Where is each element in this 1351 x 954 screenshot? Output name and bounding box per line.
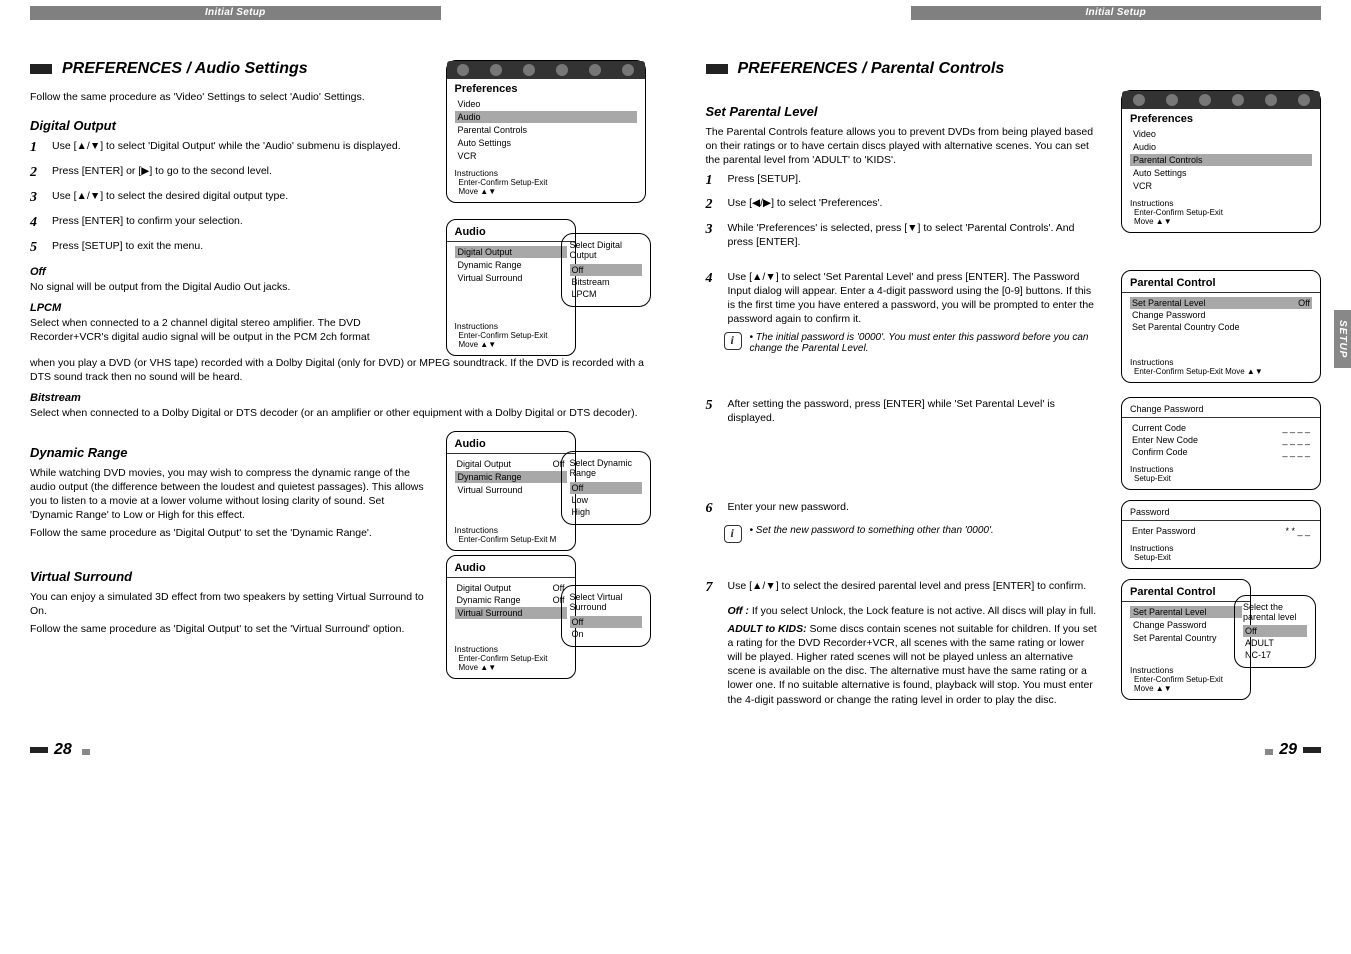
bitstream-text: Select when connected to a Dolby Digital… (30, 406, 646, 420)
page-right: SETUP PREFERENCES / Parental Controls Se… (706, 60, 1322, 711)
bubble-virtual-surround: Select Virtual Surround Off On (561, 585, 651, 647)
virtual-surround-p1: You can enjoy a simulated 3D effect from… (30, 590, 426, 618)
menu-audio-surround: Audio Digital OutputOff Dynamic RangeOff… (446, 555, 576, 679)
lpcm-heading: LPCM (30, 302, 426, 314)
menu-iconbar (447, 61, 645, 79)
lpcm-text2: when you play a DVD (or VHS tape) record… (30, 356, 646, 384)
page-num-left: 28 (54, 741, 72, 759)
off-heading: Off (30, 266, 426, 278)
side-tab: SETUP (1334, 310, 1351, 368)
menu-change-password: Change Password Current Code_ _ _ _ Ente… (1121, 397, 1321, 490)
parental-steps-123: 1Press [SETUP]. 2Use [◀/▶] to select 'Pr… (706, 172, 1102, 250)
virtual-surround-heading: Virtual Surround (30, 569, 426, 584)
menu-audio-digital: Audio Digital Output Dynamic Range Virtu… (446, 219, 576, 356)
menu-password: Password Enter Password* * _ _ Instructi… (1121, 500, 1321, 569)
digital-output-steps: 1Use [▲/▼] to select 'Digital Output' wh… (30, 139, 426, 257)
page-footer: 28 29 (30, 741, 1321, 759)
bubble-dynamic-range: Select Dynamic Range Off Low High (561, 451, 651, 525)
off-text: No signal will be output from the Digita… (30, 280, 426, 294)
digital-output-heading: Digital Output (30, 118, 426, 133)
dynamic-range-p1: While watching DVD movies, you may wish … (30, 466, 426, 523)
step7-text: Use [▲/▼] to select the desired parental… (728, 579, 1087, 598)
menu-audio-dynamic: Audio Digital OutputOff Dynamic Range Vi… (446, 431, 576, 551)
tip-initial-password: • The initial password is '0000'. You mu… (724, 332, 1102, 354)
header-right: Initial Setup (911, 6, 1322, 20)
left-intro: Follow the same procedure as 'Video' Set… (30, 90, 426, 104)
step5-text: After setting the password, press [ENTER… (728, 397, 1102, 425)
bitstream-heading: Bitstream (30, 392, 646, 404)
tip-new-password: • Set the new password to something othe… (724, 525, 1102, 543)
menu-preferences-right: Preferences Video Audio Parental Control… (1121, 90, 1321, 233)
info-icon (724, 332, 742, 350)
virtual-surround-p2: Follow the same procedure as 'Digital Ou… (30, 622, 426, 636)
step6-text: Enter your new password. (728, 500, 849, 519)
page-left: PREFERENCES / Audio Settings Follow the … (30, 60, 646, 711)
menu-preferences-left: Preferences Video Audio Parental Control… (446, 60, 646, 203)
set-parental-intro: The Parental Controls feature allows you… (706, 125, 1102, 168)
menu-parental-control-2: Parental Control Set Parental Level Chan… (1121, 579, 1251, 700)
bubble-parental-level: Select the parental level Off ADULT NC-1… (1234, 595, 1316, 668)
dynamic-range-p2: Follow the same procedure as 'Digital Ou… (30, 526, 426, 540)
header-bars: Initial Setup Initial Setup (30, 6, 1321, 20)
menu-iconbar (1122, 91, 1320, 109)
bubble-digital-output: Select Digital Output Off Bitstream LPCM (561, 233, 651, 307)
set-parental-heading: Set Parental Level (706, 104, 1102, 119)
menu-parental-control-1: Parental Control Set Parental LevelOff C… (1121, 270, 1321, 383)
step4-text: Use [▲/▼] to select 'Set Parental Level'… (728, 270, 1102, 327)
info-icon (724, 525, 742, 543)
lpcm-text1: Select when connected to a 2 channel dig… (30, 316, 426, 344)
header-left: Initial Setup (30, 6, 441, 20)
left-title: PREFERENCES / Audio Settings (30, 60, 426, 78)
right-title: PREFERENCES / Parental Controls (706, 60, 1322, 78)
dynamic-range-heading: Dynamic Range (30, 445, 426, 460)
page-num-right: 29 (1279, 741, 1297, 759)
